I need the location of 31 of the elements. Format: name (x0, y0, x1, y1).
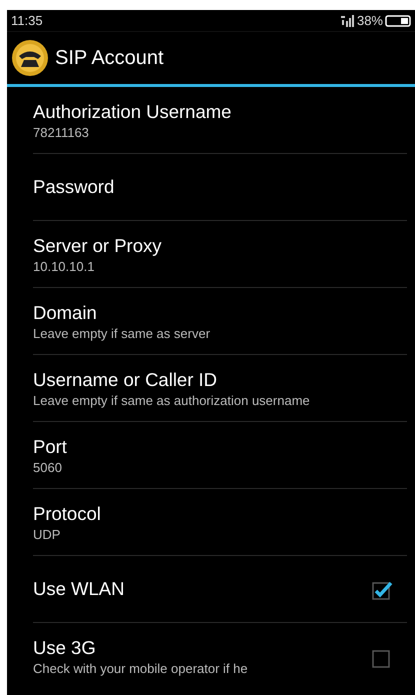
phone-icon (11, 39, 49, 77)
setting-title: Use 3G (33, 637, 97, 659)
setting-item[interactable]: Password (33, 154, 407, 221)
setting-item[interactable]: Authorization Username 78211163 (33, 87, 407, 154)
battery-icon (385, 14, 411, 26)
setting-item[interactable]: Port 5060 (33, 422, 407, 489)
setting-item[interactable]: Use 3G Check with your mobile operator if he (33, 623, 407, 690)
setting-summary: 78211163 (33, 124, 90, 140)
setting-title: Port (33, 436, 67, 458)
setting-summary: Leave empty if same as server (33, 326, 210, 340)
battery-percent: 38% (356, 13, 383, 28)
setting-title: Server or Proxy (33, 234, 162, 256)
setting-item[interactable]: Domain Leave empty if same as server (33, 288, 407, 355)
setting-title: Domain (33, 302, 98, 324)
setting-item[interactable]: Use WLAN (33, 556, 407, 623)
clock-time: 11:35 (11, 13, 43, 28)
setting-summary: UDP (33, 526, 62, 542)
setting-title: Password (33, 176, 114, 198)
setting-title: Authorization Username (33, 100, 232, 122)
setting-summary: Check with your mobile operator if he (33, 661, 248, 676)
screen-title: SIP Account (55, 46, 164, 70)
setting-item[interactable]: Username or Caller ID Leave empty if same as authorization username (33, 355, 407, 422)
setting-summary: 5060 (33, 460, 63, 474)
setting-title: Use WLAN (33, 578, 124, 600)
setting-summary: 10.10.10.1 (33, 258, 96, 274)
setting-summary: Leave empty if same as authorization username (33, 392, 310, 408)
setting-title: Username or Caller ID (33, 368, 218, 390)
setting-item[interactable]: Server or Proxy 10.10.10.1 (33, 221, 407, 288)
setting-item[interactable]: Protocol UDP (33, 489, 407, 556)
setting-title: Protocol (33, 502, 101, 524)
signal-icon (340, 14, 355, 26)
